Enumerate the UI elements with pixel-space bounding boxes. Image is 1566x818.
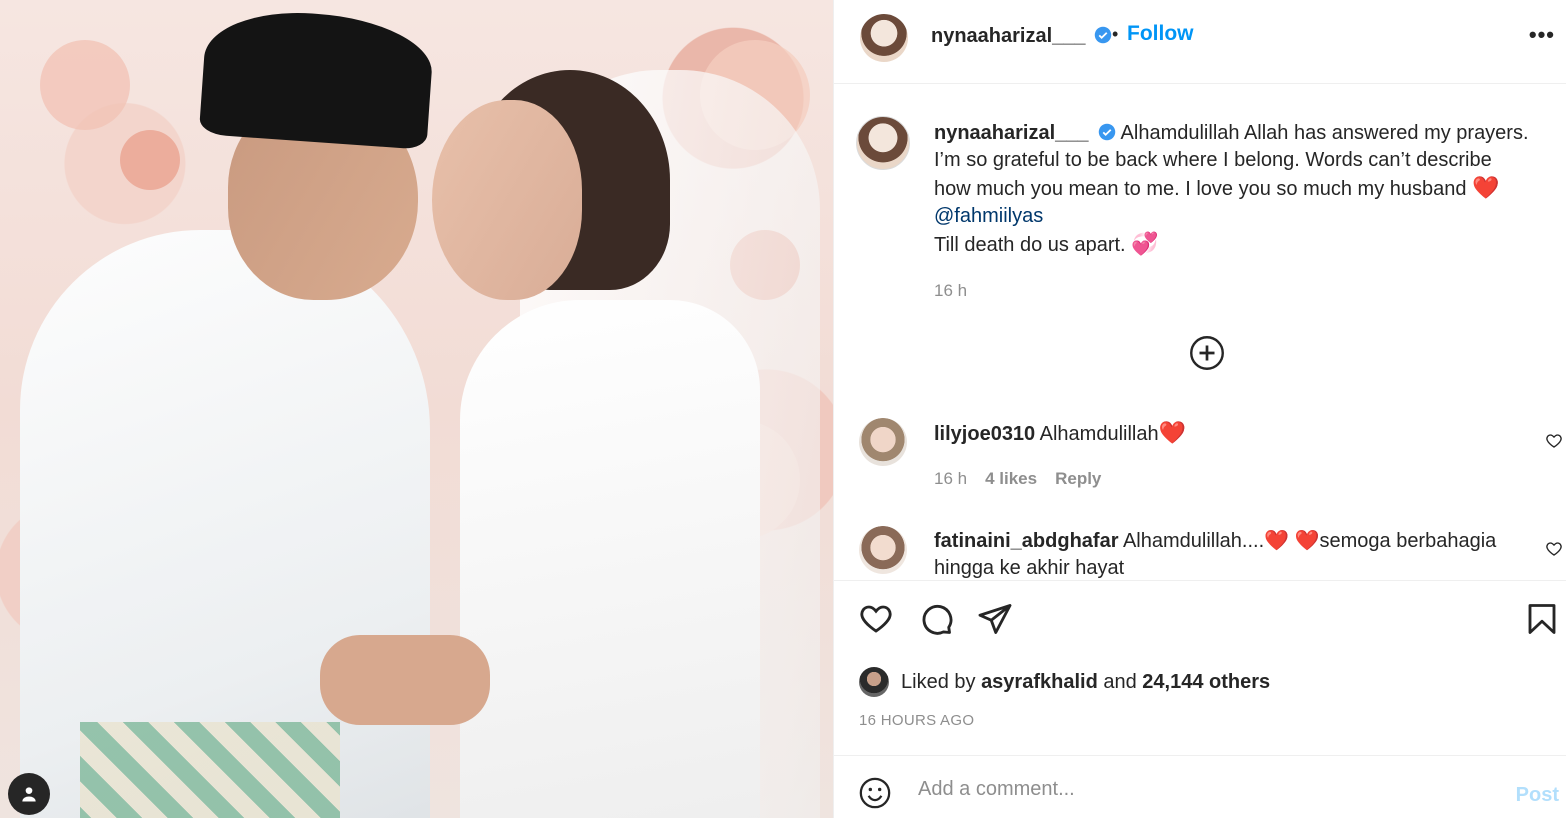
comment-input[interactable]: [918, 774, 1478, 804]
verified-badge-icon: [1094, 26, 1112, 44]
comment-avatar[interactable]: [859, 526, 907, 574]
post-actions: Liked by asyrafkhalid and 24,144 others …: [834, 580, 1566, 755]
liker-username[interactable]: asyrafkhalid: [981, 671, 1098, 694]
post-comment-button[interactable]: Post: [1516, 784, 1559, 807]
like-heart-icon[interactable]: [858, 601, 894, 637]
post-timestamp[interactable]: 16 HOURS AGO: [859, 712, 974, 729]
author-avatar[interactable]: [860, 14, 908, 62]
author-name-wrap: nynaaharizal___: [931, 25, 1112, 48]
likes-summary: Liked by asyrafkhalid and 24,144 others: [859, 667, 1270, 697]
comment-time[interactable]: 16 h: [934, 469, 967, 488]
instagram-post: nynaaharizal___ • Follow ••• nynaahariza…: [0, 0, 1566, 818]
flower-decoration: [40, 40, 130, 130]
liked-by-and: and: [1103, 670, 1137, 693]
holding-hands: [320, 635, 490, 725]
flower-decoration: [120, 130, 180, 190]
comment-bubble-icon[interactable]: [918, 601, 954, 637]
heart-emoji: ❤️: [1472, 175, 1500, 200]
hearts-emoji: 💞: [1131, 231, 1159, 256]
comment-text: Alhamdulillah....❤️ ❤️semoga berbahagia: [1122, 530, 1497, 552]
heart-emoji: ❤️: [1158, 420, 1187, 445]
caption-username[interactable]: nynaaharizal___: [934, 122, 1089, 144]
author-username[interactable]: nynaaharizal___: [931, 25, 1086, 47]
groom-sampin: [80, 722, 340, 818]
bride-face: [432, 100, 582, 300]
songkok-hat: [198, 6, 436, 150]
caption-time[interactable]: 16 h: [934, 277, 1544, 304]
caption-text: Alhamdulillah Allah has answered my pray…: [1120, 122, 1529, 144]
comment-text: hingga ke akhir hayat: [934, 557, 1125, 579]
caption-text: how much you mean to me. I love you so m…: [934, 178, 1467, 200]
separator-dot: •: [1112, 24, 1119, 44]
reply-button[interactable]: Reply: [1055, 469, 1101, 488]
comment-text: Alhamdulillah: [1039, 423, 1159, 445]
comment-item: fatinaini_abdghafar Alhamdulillah....❤️ …: [934, 528, 1524, 579]
caption: nynaaharizal___ Alhamdulillah Allah has …: [934, 120, 1544, 304]
emoji-smiley-icon[interactable]: [858, 776, 892, 810]
liker-avatar[interactable]: [859, 667, 889, 697]
post-side-panel: nynaaharizal___ • Follow ••• nynaahariza…: [833, 0, 1566, 818]
tagged-users-icon[interactable]: [8, 773, 50, 815]
post-header: nynaaharizal___ • Follow •••: [834, 0, 1566, 84]
caption-text: I’m so grateful to be back where I belon…: [934, 149, 1492, 171]
comment-username[interactable]: fatinaini_abdghafar: [934, 530, 1118, 552]
comments-section[interactable]: nynaaharizal___ Alhamdulillah Allah has …: [834, 84, 1566, 579]
load-more-comments-icon[interactable]: [1189, 335, 1225, 371]
comment-like-heart-icon[interactable]: [1545, 540, 1563, 558]
share-paper-plane-icon[interactable]: [977, 601, 1013, 637]
post-photo[interactable]: [0, 0, 833, 818]
likes-count-link[interactable]: 24,144 others: [1142, 671, 1270, 694]
follow-button[interactable]: Follow: [1127, 22, 1194, 46]
caption-text: Till death do us apart.: [934, 234, 1126, 256]
comment-like-heart-icon[interactable]: [1545, 432, 1563, 450]
comment-likes[interactable]: 4 likes: [985, 469, 1037, 488]
comment-avatar[interactable]: [859, 418, 907, 466]
caption-avatar[interactable]: [856, 116, 910, 170]
bride-dress: [460, 300, 760, 818]
comment-item: lilyjoe0310 Alhamdulillah❤️: [934, 420, 1186, 446]
save-bookmark-icon[interactable]: [1524, 601, 1560, 637]
liked-by-prefix: Liked by: [901, 670, 976, 693]
verified-badge-icon: [1098, 123, 1116, 141]
add-comment-bar: Post: [834, 755, 1566, 818]
mention-link[interactable]: @fahmiilyas: [934, 203, 1544, 230]
comment-meta: 16 h 4 likes Reply: [934, 469, 1101, 489]
more-options-icon[interactable]: •••: [1529, 22, 1555, 48]
comment-username[interactable]: lilyjoe0310: [934, 423, 1035, 445]
